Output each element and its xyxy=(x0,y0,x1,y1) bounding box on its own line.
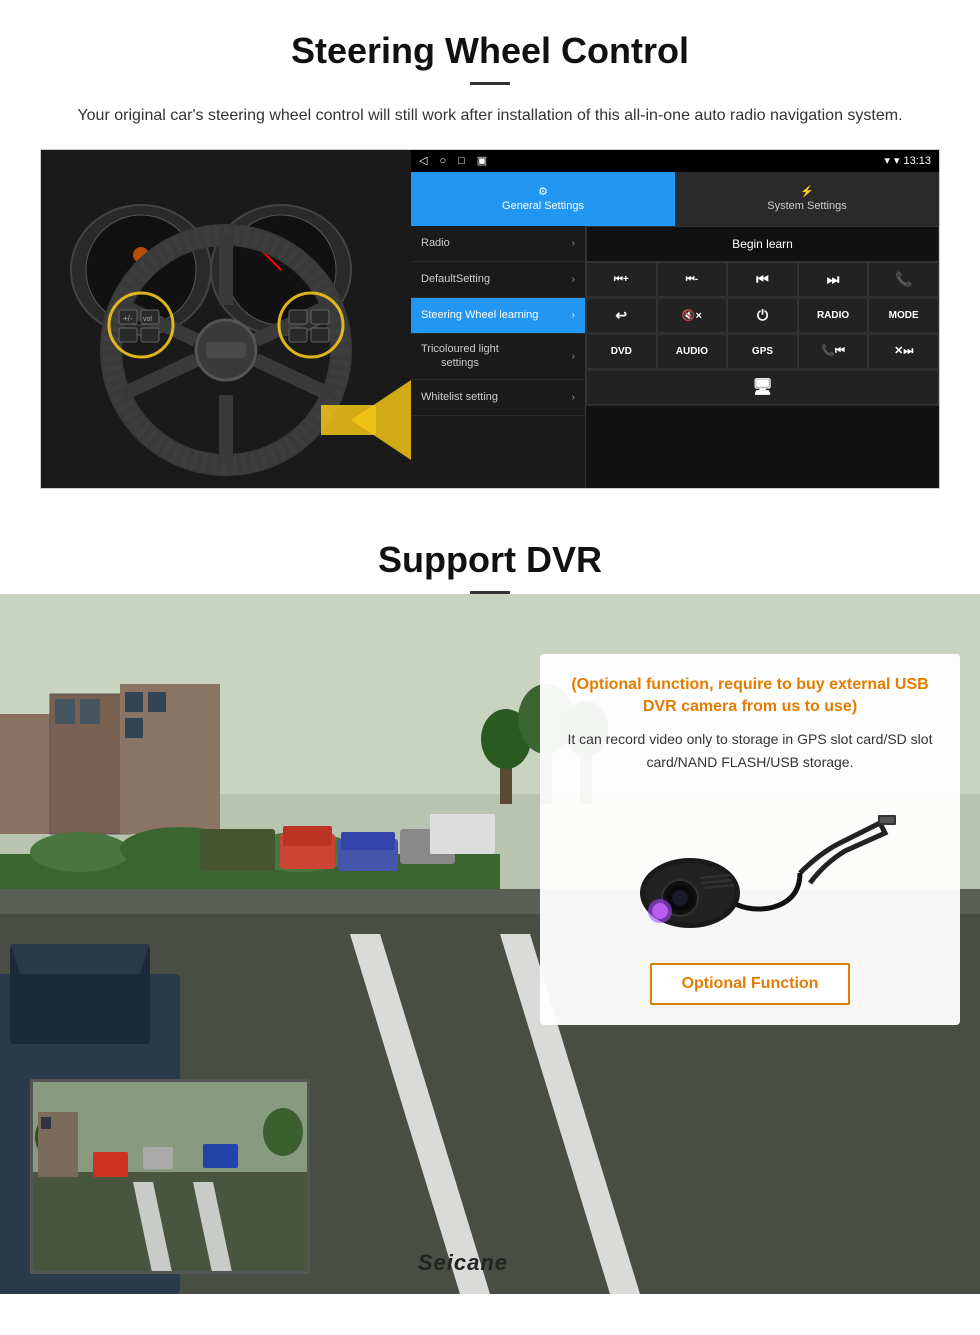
left-menu: Radio › DefaultSetting › Steering Wheel … xyxy=(411,226,586,488)
menu-item-tricoloured[interactable]: Tricoloured lightsettings › xyxy=(411,334,585,380)
menu-item-steering[interactable]: Steering Wheel learning › xyxy=(411,298,585,334)
tab-system-label: System Settings xyxy=(767,200,846,212)
section1-subtitle: Your original car's steering wheel contr… xyxy=(60,103,920,129)
system-icon: ⚡ xyxy=(800,185,814,198)
begin-learn-button[interactable]: Begin learn xyxy=(586,226,939,262)
chevron-right-icon-3: › xyxy=(572,310,575,321)
section2-title: Support DVR xyxy=(0,539,980,581)
svg-text:+/-: +/- xyxy=(123,314,133,323)
dvr-product-image xyxy=(560,788,940,948)
clock: 13:13 xyxy=(903,155,931,167)
btn-next-track[interactable]: ⏭ xyxy=(798,262,869,297)
right-button-panel: Begin learn ⏮+ ⏮- ⏮ ⏭ 📞 ↩ 🔇× ⏻ xyxy=(586,226,939,488)
button-row-1: ⏮+ ⏮- ⏮ ⏭ 📞 xyxy=(586,262,939,298)
dvr-image-area: (Optional function, require to buy exter… xyxy=(0,594,980,1294)
btn-vol-down[interactable]: ⏮- xyxy=(657,262,728,297)
chevron-right-icon-2: › xyxy=(572,274,575,285)
btn-radio[interactable]: RADIO xyxy=(798,298,869,333)
tab-general[interactable]: ⚙ General Settings xyxy=(411,172,675,226)
optional-function-button[interactable]: Optional Function xyxy=(650,963,851,1005)
nav-back: ◁ xyxy=(419,154,427,167)
button-row-4: 🖥 xyxy=(586,370,939,406)
btn-power[interactable]: ⏻ xyxy=(727,298,798,333)
btn-back[interactable]: ↩ xyxy=(586,298,657,333)
nav-square: □ xyxy=(458,155,465,167)
top-tabs: ⚙ General Settings ⚡ System Settings xyxy=(411,172,939,226)
btn-dvd[interactable]: DVD xyxy=(586,334,657,369)
begin-learn-row: Begin learn xyxy=(586,226,939,262)
gear-icon: ⚙ xyxy=(538,185,548,198)
dvr-description: It can record video only to storage in G… xyxy=(560,728,940,773)
button-row-2: ↩ 🔇× ⏻ RADIO MODE xyxy=(586,298,939,334)
nav-menu: ▣ xyxy=(477,154,487,167)
menu-item-defaultsetting[interactable]: DefaultSetting › xyxy=(411,262,585,298)
btn-screen[interactable]: 🖥 xyxy=(586,370,939,405)
chevron-right-icon-4: › xyxy=(572,350,575,363)
section1: Steering Wheel Control Your original car… xyxy=(0,0,980,509)
steering-wheel-svg: +/- vol xyxy=(41,150,411,489)
section2: Support DVR xyxy=(0,509,980,1294)
btn-vol-up[interactable]: ⏮+ xyxy=(586,262,657,297)
btn-x-next[interactable]: ✕⏭ xyxy=(868,334,939,369)
btn-mute[interactable]: 🔇× xyxy=(657,298,728,333)
btn-phone-prev[interactable]: 📞⏮ xyxy=(798,334,869,369)
dvr-camera-svg xyxy=(600,793,900,943)
dvr-optional-title: (Optional function, require to buy exter… xyxy=(560,674,940,719)
menu-item-radio[interactable]: Radio › xyxy=(411,226,585,262)
section1-title: Steering Wheel Control xyxy=(40,30,940,72)
menu-buttons-area: Radio › DefaultSetting › Steering Wheel … xyxy=(411,226,939,488)
svg-text:vol: vol xyxy=(143,316,152,323)
dvr-info-box: (Optional function, require to buy exter… xyxy=(540,654,960,1026)
nav-home: ○ xyxy=(439,155,446,167)
button-row-3: DVD AUDIO GPS 📞⏮ ✕⏭ xyxy=(586,334,939,370)
section1-divider xyxy=(470,82,510,85)
chevron-right-icon-5: › xyxy=(572,392,575,403)
btn-phone[interactable]: 📞 xyxy=(868,262,939,297)
signal-icon: ▾ xyxy=(884,154,890,167)
tab-general-label: General Settings xyxy=(502,200,584,212)
steering-wheel-photo: +/- vol xyxy=(41,150,411,489)
wifi-icon: ▾ xyxy=(894,154,900,167)
status-bar: ◁ ○ □ ▣ ▾ ▾ 13:13 xyxy=(411,150,939,172)
btn-prev-track[interactable]: ⏮ xyxy=(727,262,798,297)
ui-screenshot-container: +/- vol ◁ ○ xyxy=(40,149,940,489)
dvr-small-preview xyxy=(30,1079,310,1274)
chevron-right-icon: › xyxy=(572,238,575,249)
menu-item-whitelist[interactable]: Whitelist setting › xyxy=(411,380,585,416)
android-ui: ◁ ○ □ ▣ ▾ ▾ 13:13 ⚙ General Settings ⚡ S… xyxy=(411,150,939,488)
btn-mode[interactable]: MODE xyxy=(868,298,939,333)
seicane-brand: Seicane xyxy=(418,1250,508,1276)
tab-system[interactable]: ⚡ System Settings xyxy=(675,172,939,226)
dvr-background: (Optional function, require to buy exter… xyxy=(0,594,980,1294)
btn-gps[interactable]: GPS xyxy=(727,334,798,369)
btn-audio[interactable]: AUDIO xyxy=(657,334,728,369)
preview-svg xyxy=(33,1082,310,1274)
